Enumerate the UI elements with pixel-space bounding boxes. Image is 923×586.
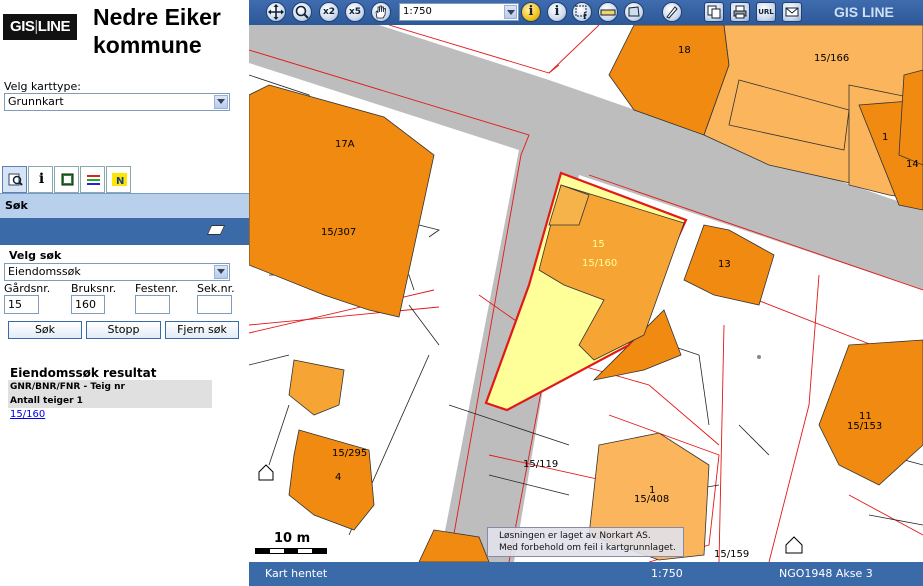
info-list-icon[interactable]: i [547,2,567,22]
kommune-title: Nedre Eiker kommune [93,4,221,58]
copyright-notice: Løsningen er laget av Norkart AS. Med fo… [487,527,684,557]
draw-icon[interactable] [662,2,682,22]
bruksnr-label: Bruksnr. [71,282,117,295]
map-label-selected: 15/160 [582,258,618,269]
map-label: 15/408 [634,494,670,505]
email-icon[interactable] [782,2,802,22]
search-button[interactable]: Søk [8,321,82,339]
map-label: 15/153 [847,421,883,432]
search-header: Søk [0,193,249,218]
svg-text:N: N [116,176,124,187]
area-measure-icon[interactable] [624,2,644,22]
pan-icon[interactable] [266,2,286,22]
clear-search-button[interactable]: Fjern søk [165,321,239,339]
map-point [757,355,761,359]
chevron-down-icon [214,265,228,279]
map-label: 14 [906,159,919,170]
map-label: 1 [882,132,889,143]
map-toolbar: x2 x5 1:750 i i i URL GIS LINE [249,0,923,25]
status-projection: NGO1948 Akse 3 [779,567,873,580]
info-icon: i [38,171,45,187]
seknr-label: Sek.nr. [197,282,235,295]
eraser-icon[interactable] [206,225,226,235]
layers-icon [86,172,101,187]
seknr-input[interactable] [197,295,232,314]
map-label: 15/307 [321,227,357,238]
copyright-line-2: Med forbehold om feil i kartgrunnlaget. [499,543,676,553]
map-label: 18 [678,45,691,56]
map-label: 15/119 [523,459,559,470]
search-toolbar [0,218,249,245]
house-icon [258,464,274,481]
toolbar-brand: GIS LINE [834,4,894,20]
scalebar [255,548,327,554]
tab-layers[interactable] [80,166,105,193]
chevron-down-icon [214,95,228,109]
zoom-icon[interactable] [292,2,312,22]
scale-value: 1:750 [403,6,432,17]
map-label: 15/295 [332,448,368,459]
search-type-select[interactable]: Eiendomssøk [4,263,230,281]
status-scale: 1:750 [651,567,683,580]
map-label: 13 [718,259,731,270]
karttype-value: Grunnkart [8,95,64,108]
logo-text-line: LINE [37,18,71,35]
left-panel: GIS|LINE Nedre Eiker kommune Velg kartty… [0,0,249,586]
map-label: 15/166 [814,53,850,64]
result-link[interactable]: 15/160 [10,409,45,420]
print-icon [60,172,75,187]
tab-info[interactable]: i [28,166,53,193]
tab-print[interactable] [54,166,79,193]
karttype-label: Velg karttype: [4,80,82,93]
results-header-row: GNR/BNR/FNR - Teig nr [8,380,212,394]
map-label: 17A [335,139,355,150]
map-label-selected: 15 [592,239,605,250]
karttype-select[interactable]: Grunnkart [4,93,230,111]
house-icon [785,536,803,554]
results-count-row: Antall teiger 1 [8,394,212,408]
festenr-label: Festenr. [135,282,179,295]
tab-search[interactable] [2,166,27,193]
scale-select[interactable]: 1:750 [399,3,519,21]
hand-icon[interactable] [371,2,391,22]
url-button[interactable]: URL [756,2,776,22]
info-icon[interactable]: i [521,2,541,22]
zoom-x2-button[interactable]: x2 [319,2,339,22]
map-label: 15/159 [714,549,750,560]
svg-text:i: i [583,12,587,20]
search-map-icon [8,172,23,187]
search-type-value: Eiendomssøk [8,265,81,278]
map-svg [249,25,923,562]
copy-icon[interactable] [704,2,724,22]
status-text: Kart hentet [265,567,328,580]
north-arrow-icon: N [112,172,127,187]
tab-north[interactable]: N [106,166,131,193]
status-bar: Kart hentet 1:750 NGO1948 Akse 3 [249,562,923,586]
area-info-icon[interactable]: i [572,2,592,22]
festenr-input[interactable] [135,295,170,314]
gisline-logo: GIS|LINE [3,14,77,40]
gardsnr-input[interactable]: 15 [4,295,39,314]
results-title: Eiendomssøk resultat [10,366,157,380]
scalebar-label: 10 m [274,531,311,546]
copyright-line-1: Løsningen er laget av Norkart AS. [499,531,651,541]
map-label: 4 [335,472,342,483]
zoom-x5-button[interactable]: x5 [345,2,365,22]
chevron-down-icon [504,5,517,19]
stop-button[interactable]: Stopp [86,321,161,339]
bruksnr-input[interactable]: 160 [71,295,105,314]
gardsnr-label: Gårdsnr. [4,282,51,295]
measure-icon[interactable] [598,2,618,22]
velg-sok-label: Velg søk [9,249,62,262]
map-canvas[interactable]: 18 15/166 17A 1 14 15/307 15 15/160 13 1… [249,25,923,562]
logo-text-gis: GIS [10,18,35,35]
printer-icon[interactable] [730,2,750,22]
